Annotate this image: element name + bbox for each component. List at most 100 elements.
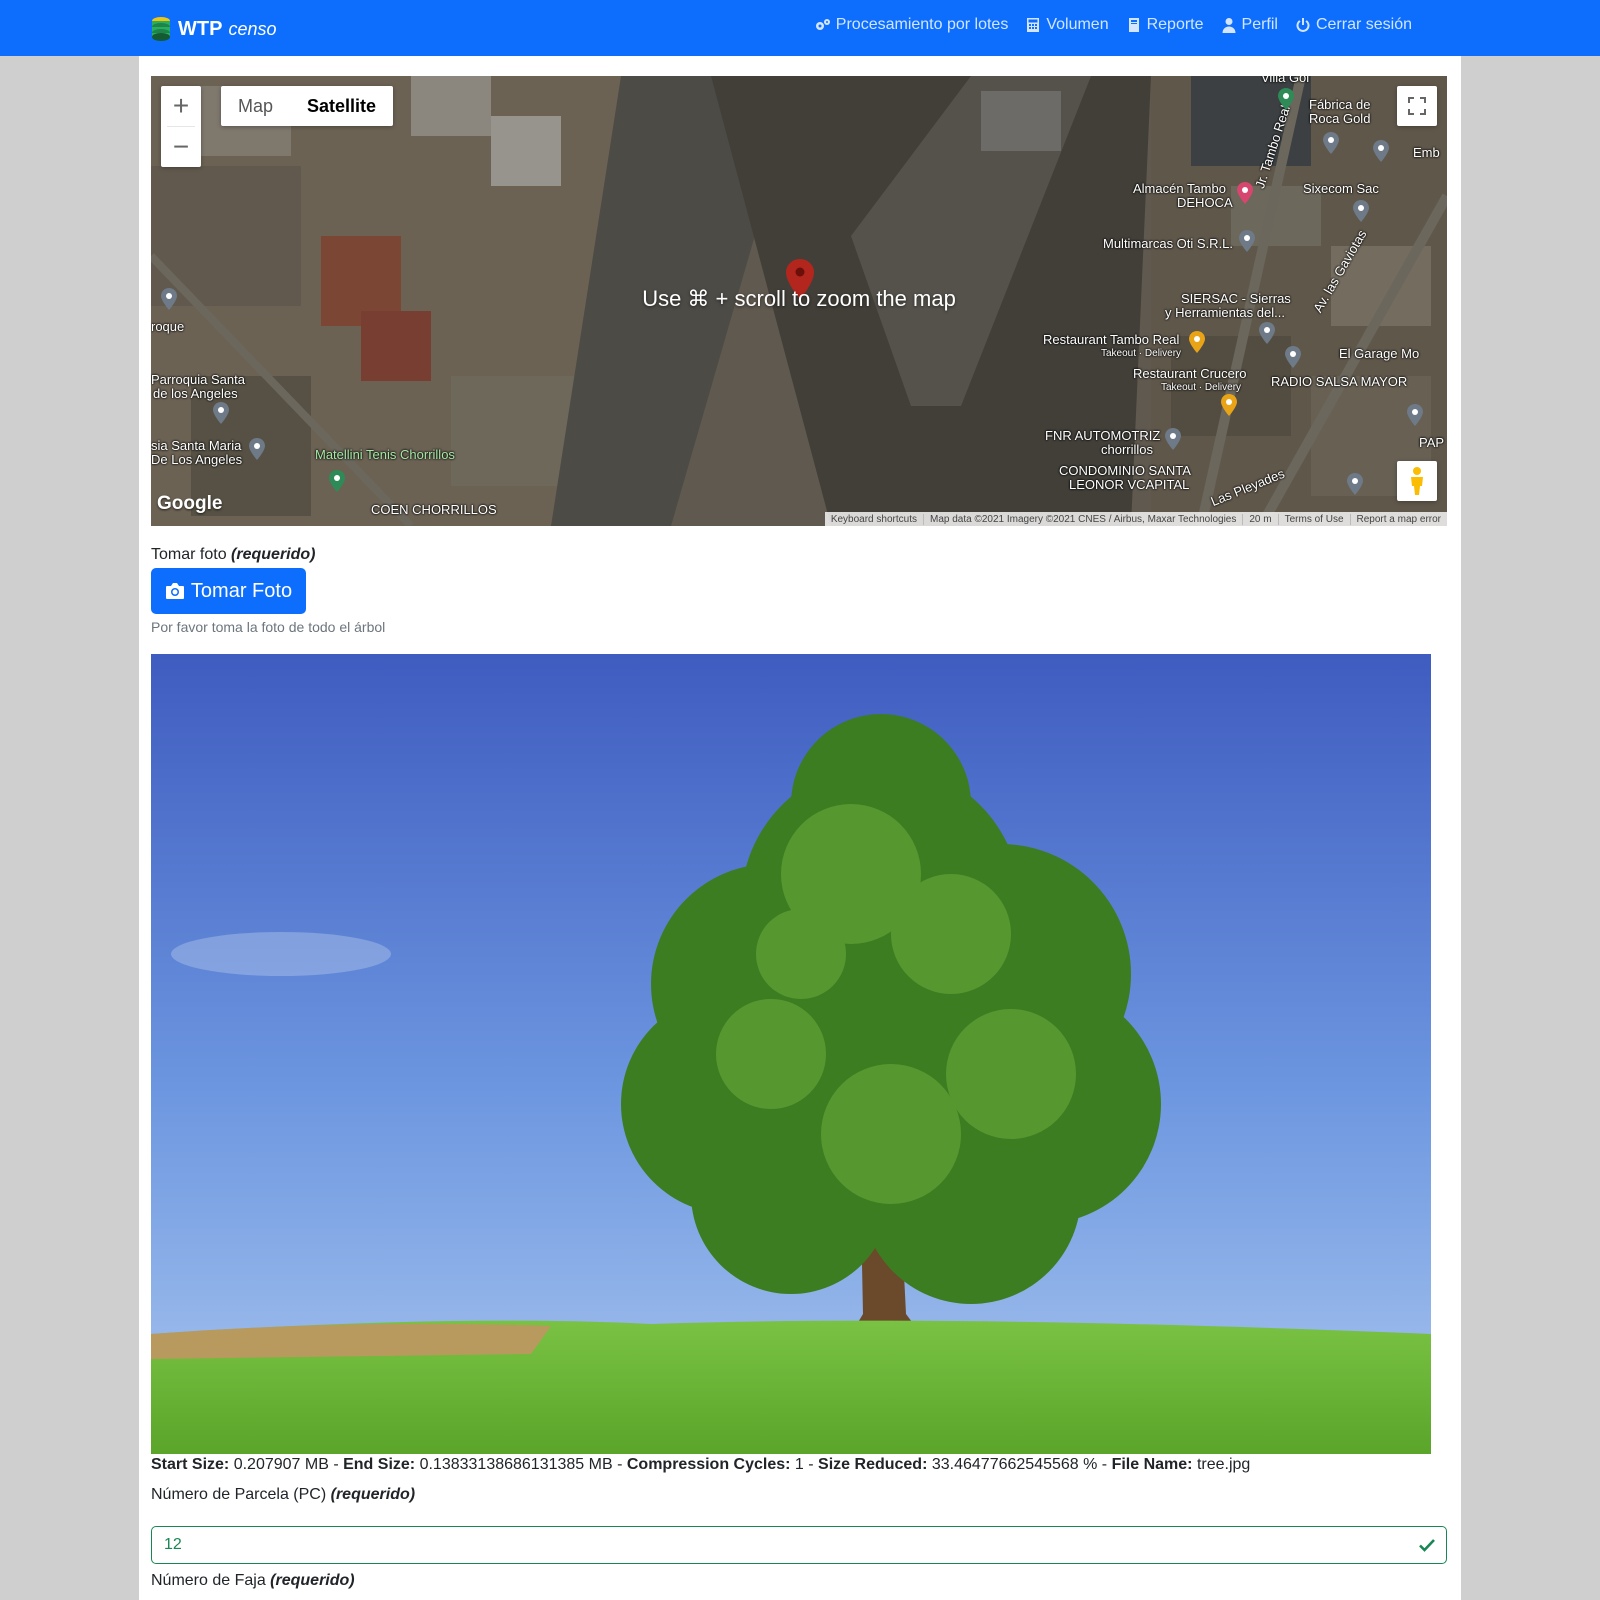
calculator-icon xyxy=(1027,18,1040,32)
tree-photo-preview xyxy=(151,654,1431,1454)
report-error-link[interactable]: Report a map error xyxy=(1349,513,1447,525)
street-view-button[interactable] xyxy=(1397,461,1437,501)
nav-logout-label: Cerrar sesión xyxy=(1315,16,1412,33)
power-icon xyxy=(1296,18,1310,32)
nav-batch-processing[interactable]: Procesamiento por lotes xyxy=(815,16,1008,34)
map-pin-icon[interactable] xyxy=(329,470,345,492)
google-logo: Google xyxy=(157,493,223,514)
map-pin-icon[interactable] xyxy=(1285,346,1301,368)
size-reduced-value: 33.46477662545568 % xyxy=(931,1456,1098,1473)
map-pin-icon[interactable] xyxy=(1259,322,1275,344)
terms-link[interactable]: Terms of Use xyxy=(1277,513,1350,525)
nav-volume-label: Volumen xyxy=(1046,16,1109,33)
poi-label: Restaurant Tambo Real xyxy=(1043,332,1180,347)
map-pin-icon[interactable] xyxy=(1221,394,1237,416)
stats-separator: - xyxy=(1097,1456,1112,1473)
map-pin-icon[interactable] xyxy=(1323,132,1339,154)
map-type-control: Map Satellite xyxy=(221,86,394,126)
map-attribution: Keyboard shortcuts Map data ©2021 Imager… xyxy=(824,512,1447,526)
cycles-label: Compression Cycles: xyxy=(626,1456,791,1473)
required-indicator: (requerido) xyxy=(270,1572,355,1589)
user-icon xyxy=(1222,18,1236,33)
gears-icon xyxy=(815,19,830,30)
poi-label: Multimarcas Oti S.R.L. xyxy=(1103,236,1234,251)
satellite-map[interactable]: Villa Gol Fábrica de Roca Gold Emb Almac… xyxy=(151,76,1447,526)
nav-volume[interactable]: Volumen xyxy=(1025,16,1109,34)
map-pin-icon[interactable] xyxy=(1239,230,1255,252)
map-pin-icon[interactable] xyxy=(1189,331,1205,353)
brand-link[interactable]: WTP censo xyxy=(150,15,276,43)
map-type-satellite-button[interactable]: Satellite xyxy=(290,86,393,126)
size-reduced-label: Size Reduced: xyxy=(818,1456,928,1473)
map-pin-icon[interactable] xyxy=(213,402,229,424)
nav-profile-label: Perfil xyxy=(1241,16,1278,33)
map-pin-icon[interactable] xyxy=(1278,88,1294,110)
poi-label: Parroquia Santa xyxy=(151,372,245,387)
map-pin-icon[interactable] xyxy=(1165,428,1181,450)
nav-report[interactable]: Reporte xyxy=(1126,16,1204,34)
start-size-value: 0.207907 MB xyxy=(233,1456,329,1473)
take-photo-label: Tomar Foto xyxy=(190,579,293,602)
poi-label: Fábrica de xyxy=(1309,97,1371,112)
map-pin-icon[interactable] xyxy=(1353,200,1369,222)
camera-icon xyxy=(165,583,184,599)
end-size-label: End Size: xyxy=(343,1456,416,1473)
parcela-label: Número de Parcela (PC) (requerido) xyxy=(151,1486,415,1504)
poi-label: LEONOR VCAPITAL xyxy=(1069,477,1190,492)
zoom-in-button[interactable]: + xyxy=(161,86,201,126)
book-icon xyxy=(1128,18,1139,32)
poi-label: Roca Gold xyxy=(1309,111,1371,126)
faja-label: Número de Faja (requerido) xyxy=(151,1572,355,1590)
map-pin-icon[interactable] xyxy=(1373,140,1389,162)
stats-separator: - xyxy=(612,1456,627,1473)
start-size-label: Start Size: xyxy=(151,1456,230,1473)
poi-label: PAP xyxy=(1419,435,1445,450)
zoom-control: + − xyxy=(161,86,201,167)
parcela-input[interactable]: 12 xyxy=(151,1526,1447,1564)
end-size-value: 0.13833138686131385 MB xyxy=(419,1456,613,1473)
brand-subtitle: censo xyxy=(228,18,277,39)
cycles-value: 1 xyxy=(794,1456,804,1473)
poi-label: DEHOCA xyxy=(1177,195,1233,210)
map-pin-icon[interactable] xyxy=(1407,404,1423,426)
brand-title: WTP xyxy=(178,17,223,40)
faja-label-text: Número de Faja xyxy=(151,1572,266,1589)
database-icon xyxy=(152,17,170,41)
parcela-input-value: 12 xyxy=(164,1536,182,1553)
poi-label: Takeout · Delivery xyxy=(1101,348,1182,359)
map-pin-icon[interactable] xyxy=(249,438,265,460)
keyboard-shortcuts-link[interactable]: Keyboard shortcuts xyxy=(825,514,923,525)
poi-label: Almacén Tambo xyxy=(1133,181,1226,196)
fullscreen-button[interactable] xyxy=(1397,86,1437,126)
photo-label: Tomar foto (requerido) xyxy=(151,546,316,564)
zoom-out-button[interactable]: − xyxy=(161,127,201,167)
take-photo-button[interactable]: Tomar Foto xyxy=(151,568,306,614)
navbar: WTP censo Procesamiento por lotes Volume… xyxy=(0,0,1600,56)
map-pin-icon[interactable] xyxy=(1347,473,1363,495)
poi-label: Villa Gol xyxy=(1261,76,1310,85)
stats-separator: - xyxy=(328,1456,344,1473)
poi-label: FNR AUTOMOTRIZ xyxy=(1045,428,1161,443)
map-scale[interactable]: 20 m xyxy=(1242,513,1277,525)
map-type-map-button[interactable]: Map xyxy=(221,86,290,126)
nav-profile[interactable]: Perfil xyxy=(1221,16,1278,34)
file-name-value: tree.jpg xyxy=(1196,1456,1251,1473)
stats-separator: - xyxy=(803,1456,819,1473)
poi-label: Emb xyxy=(1413,145,1440,160)
nav-links: Procesamiento por lotes Volumen Reporte … xyxy=(815,16,1412,34)
map-data-text: Map data ©2021 Imagery ©2021 CNES / Airb… xyxy=(922,513,1242,525)
poi-label: CONDOMINIO SANTA xyxy=(1059,463,1191,478)
poi-label: chorrillos xyxy=(1101,442,1154,457)
map-pin-icon[interactable] xyxy=(1237,182,1253,204)
photo-help-text: Por favor toma la foto de todo el árbol xyxy=(151,619,386,635)
compression-stats: Start Size: 0.207907 MB - End Size: 0.13… xyxy=(151,1456,1250,1474)
scroll-zoom-hint: Use ⌘ + scroll to zoom the map xyxy=(642,286,956,311)
file-name-label: File Name: xyxy=(1111,1456,1193,1473)
poi-label: Sixecom Sac xyxy=(1303,181,1379,196)
nav-logout[interactable]: Cerrar sesión xyxy=(1295,16,1412,34)
poi-label: sia Santa Maria xyxy=(151,438,242,453)
poi-label: COEN CHORRILLOS xyxy=(371,502,497,517)
required-indicator: (requerido) xyxy=(231,546,316,563)
poi-label: El Garage Mo xyxy=(1339,346,1420,361)
main-container: Villa Gol Fábrica de Roca Gold Emb Almac… xyxy=(139,56,1461,1600)
